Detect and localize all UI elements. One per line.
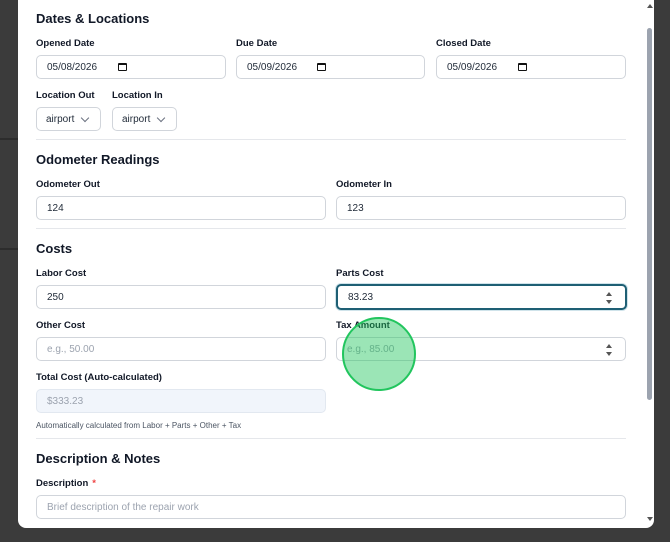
labor-cost-label: Labor Cost [36,268,87,279]
location-in-label: Location In [112,90,163,101]
spinner-arrows-icon[interactable] [606,292,614,304]
parts-cost-label: Parts Cost [336,268,384,279]
location-in-select[interactable]: airport [112,107,177,131]
total-cost-helper: Automatically calculated from Labor + Pa… [36,421,242,430]
opened-date-label: Opened Date [36,38,95,49]
backdrop-divider [0,138,18,140]
description-input[interactable]: Brief description of the repair work [36,495,626,519]
description-label: Description * [36,478,96,489]
total-cost-label: Total Cost (Auto-calculated) [36,372,162,383]
odometer-in-input[interactable]: 123 [336,196,626,220]
other-cost-input[interactable]: e.g., 50.00 [36,337,326,361]
section-title-odometer: Odometer Readings [36,152,160,167]
section-divider [36,228,626,229]
labor-cost-input[interactable]: 250 [36,285,326,309]
click-indicator [342,317,416,391]
section-title-dates: Dates & Locations [36,11,150,26]
backdrop-divider [0,248,18,250]
scroll-up-arrow[interactable] [647,4,653,8]
chevron-down-icon [157,113,166,122]
chevron-down-icon [81,113,90,122]
other-cost-label: Other Cost [36,320,86,331]
scrollbar-thumb[interactable] [647,28,652,400]
required-marker: * [92,478,96,489]
location-out-label: Location Out [36,90,95,101]
calendar-icon[interactable] [518,63,527,71]
spinner-arrows-icon[interactable] [606,344,614,356]
odometer-in-label: Odometer In [336,179,392,190]
closed-date-input[interactable]: 05/09/2026 [436,55,626,79]
location-out-select[interactable]: airport [36,107,101,131]
odometer-out-input[interactable]: 124 [36,196,326,220]
section-title-description: Description & Notes [36,451,161,466]
calendar-icon[interactable] [118,63,127,71]
calendar-icon[interactable] [317,63,326,71]
scroll-down-arrow[interactable] [647,517,653,521]
odometer-out-label: Odometer Out [36,179,100,190]
repair-order-modal: Dates & Locations Opened Date 05/08/2026… [18,0,654,528]
section-divider [36,438,626,439]
parts-cost-input[interactable]: 83.23 [336,284,627,310]
due-date-label: Due Date [236,38,278,49]
opened-date-input[interactable]: 05/08/2026 [36,55,226,79]
section-divider [36,139,626,140]
section-title-costs: Costs [36,241,73,256]
closed-date-label: Closed Date [436,38,491,49]
total-cost-field: $333.23 [36,389,326,413]
due-date-input[interactable]: 05/09/2026 [236,55,425,79]
